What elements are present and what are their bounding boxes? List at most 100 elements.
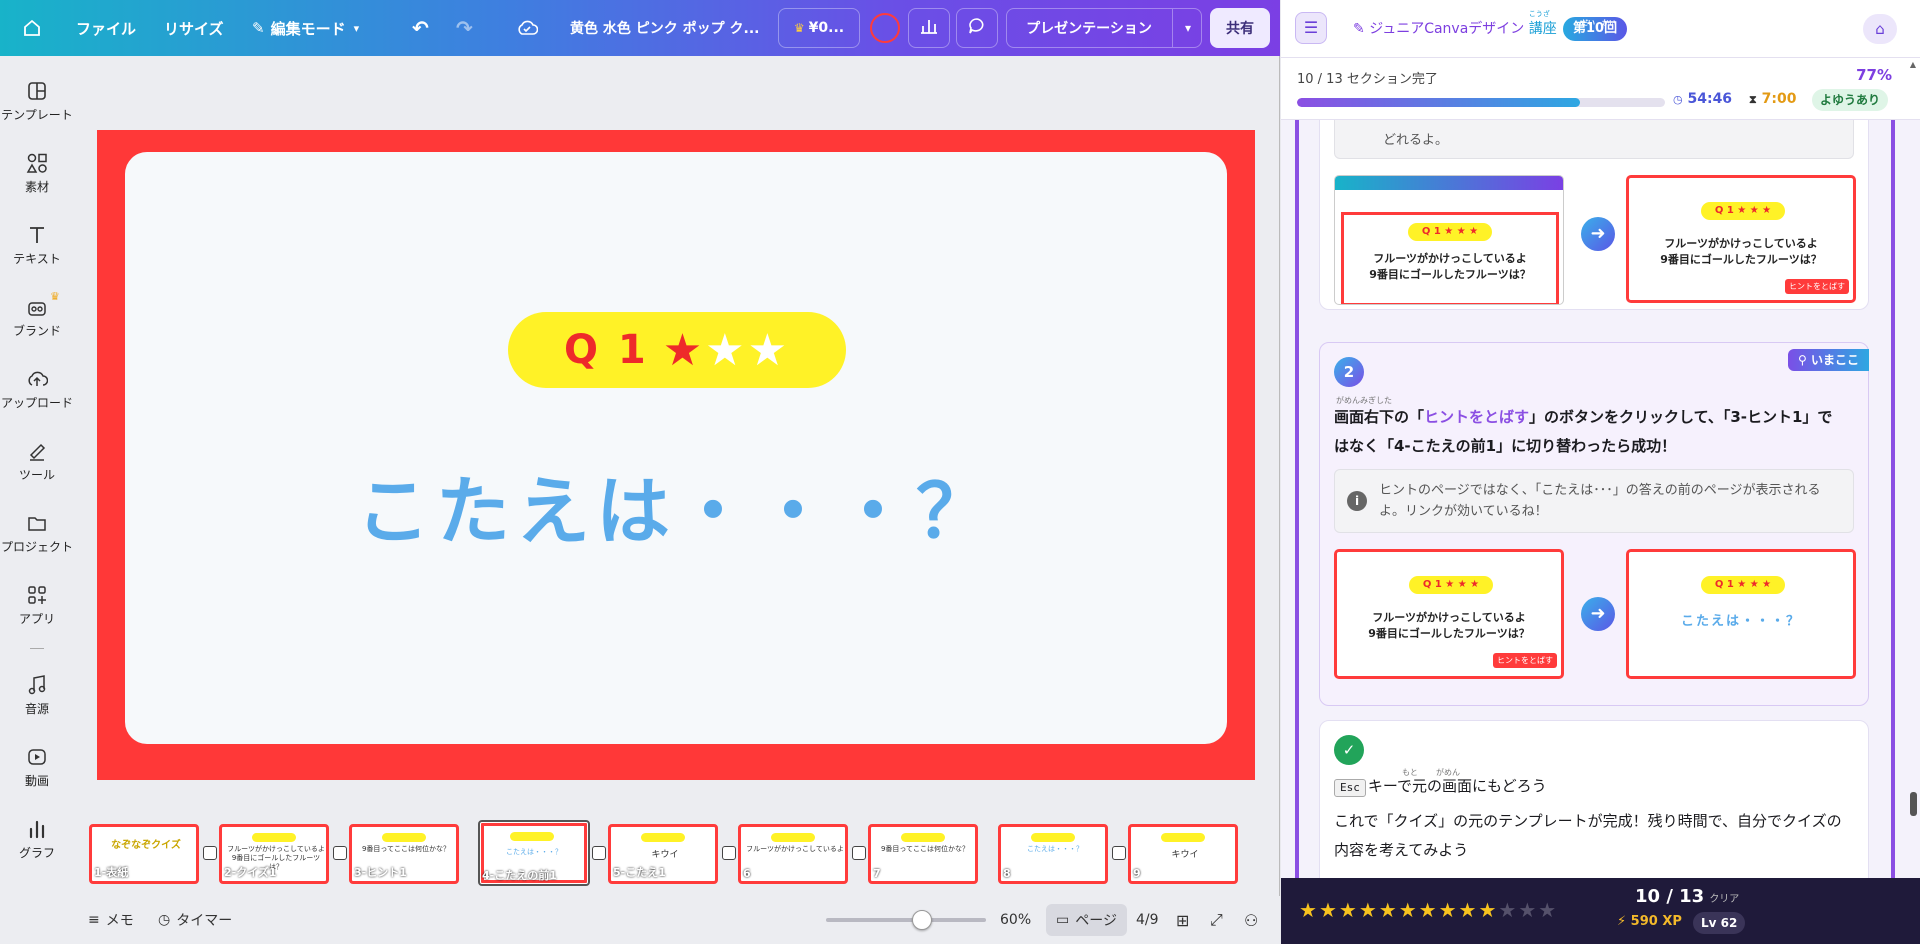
progress-percent: 77% — [1856, 66, 1892, 84]
timer-label: タイマー — [176, 913, 233, 929]
chart-icon — [29, 820, 45, 839]
color-swatch-button[interactable] — [868, 8, 902, 48]
rail-label: テキスト — [13, 252, 61, 266]
check-icon: ✓ — [1334, 735, 1364, 765]
menu-button[interactable]: ☰ — [1295, 12, 1327, 44]
star-filled-icon: ★ — [1438, 898, 1459, 922]
mini-answer: こたえは・・・？ — [1680, 614, 1801, 629]
page-thumb-2[interactable]: フルーツがかけっこしているよ 9番目にゴールしたフルーツは？ 2-クイズ1 — [219, 824, 329, 884]
rail-template[interactable]: テンプレート — [0, 72, 74, 132]
scrollbar-thumb[interactable] — [1910, 792, 1917, 816]
chevron-down-icon[interactable]: ▾ — [1171, 9, 1191, 47]
rail-tools[interactable]: ツール — [0, 432, 74, 492]
brush-icon: ✎ — [1353, 21, 1365, 37]
page-thumb-4-selected[interactable]: こたえは・・・？ 4-こたえの前1 — [478, 820, 590, 886]
zoom-level[interactable]: 60% — [1000, 896, 1031, 944]
rail-chart[interactable]: グラフ — [0, 810, 74, 870]
grid-view-icon[interactable]: ⊞ — [1176, 896, 1189, 944]
rail-project[interactable]: プロジェクト — [0, 504, 74, 564]
sections-complete: 10 / 13 セクション完了 — [1297, 72, 1438, 87]
resize-menu[interactable]: リサイズ — [164, 0, 224, 56]
step-card-1: どれるよ。 Q 1 ★ ★ ★ フルーツがかけっこしているよ 9番目にゴールした… — [1319, 120, 1869, 310]
assistant-icon[interactable]: ⚇ — [1244, 896, 1258, 944]
hint-skip-link[interactable]: ヒントをとばす — [1424, 408, 1529, 426]
mini-hint-button: ヒントをとばす — [1785, 279, 1849, 294]
page-view-button[interactable]: ▭ ページ — [1046, 904, 1127, 936]
thumb-text: 9番目ってここは何位かな？ — [880, 845, 970, 853]
present-button[interactable]: プレゼンテーション ▾ — [1006, 8, 1202, 48]
status-badge: よゆうあり — [1812, 89, 1889, 111]
scroll-up-arrow-icon[interactable]: ▲ — [1908, 60, 1918, 69]
mini-toolbar — [1335, 176, 1563, 190]
transition-icon[interactable] — [592, 846, 606, 860]
edit-mode-menu[interactable]: ✎ 編集モード ▾ — [252, 0, 359, 56]
file-menu[interactable]: ファイル — [76, 0, 136, 56]
transition-icon[interactable] — [203, 846, 217, 860]
bar-chart-icon — [920, 18, 938, 38]
course-title: ✎ ジュニアCanvaデザイン こうざ 講座 — [1353, 10, 1557, 38]
page-thumb-1[interactable]: なぞなぞクイズ 1-表紙 — [89, 824, 199, 884]
star-empty-icon: ★ — [1498, 898, 1519, 922]
undo-icon[interactable]: ↶ — [412, 0, 429, 56]
xp-value: 590 XP — [1630, 914, 1682, 929]
text-icon — [30, 227, 44, 243]
page-thumb-5[interactable]: キウイ 5-こたえ1 — [608, 824, 718, 884]
page-counter[interactable]: 4/9 — [1136, 896, 1159, 944]
course-ruby: こうざ — [1528, 10, 1550, 18]
comment-button[interactable] — [956, 8, 998, 48]
page-thumb-6[interactable]: フルーツがかけっこしているよ 6 — [738, 824, 848, 884]
steps-scroll-area[interactable]: どれるよ。 Q 1 ★ ★ ★ フルーツがかけっこしているよ 9番目にゴールした… — [1295, 120, 1895, 878]
notes-button[interactable]: ≡ メモ — [88, 896, 134, 944]
redo-icon[interactable]: ↷ — [456, 0, 473, 56]
red-circle-icon — [870, 13, 900, 43]
level-badge: Lv 62 — [1693, 912, 1746, 934]
slide-content[interactable]: Q 1 ★★★ こたえは・・・？ — [125, 152, 1227, 744]
rail-music[interactable]: 音源 — [0, 666, 74, 726]
upload-icon — [28, 371, 48, 386]
rail-elements[interactable]: 素材 — [0, 144, 74, 204]
answer-heading[interactable]: こたえは・・・？ — [125, 452, 1227, 559]
location-pin-icon: ⚲ — [1798, 353, 1807, 367]
rail-brand[interactable]: ♛ ブランド — [0, 288, 74, 348]
transition-icon[interactable] — [1112, 846, 1126, 860]
rail-upload[interactable]: アップロード — [0, 360, 74, 420]
course-panel: ☰ ✎ ジュニアCanvaデザイン こうざ 講座 だい かい 第10回 ⌂ 10… — [1281, 0, 1920, 944]
rail-video[interactable]: 動画 — [0, 738, 74, 798]
page-view-icon: ▭ — [1056, 912, 1070, 928]
share-button[interactable]: 共有 — [1210, 8, 1270, 48]
mini-question: フルーツがかけっこしているよ 9番目にゴールしたフルーツは？ — [1660, 237, 1822, 266]
slide-canvas[interactable]: Q 1 ★★★ こたえは・・・？ — [97, 130, 1255, 780]
project-icon — [28, 517, 46, 531]
rail-label: プロジェクト — [0, 540, 73, 554]
zoom-slider[interactable] — [826, 896, 986, 944]
home-button[interactable]: ⌂ — [1863, 14, 1897, 44]
question-pill[interactable]: Q 1 ★★★ — [508, 312, 846, 388]
timer-button[interactable]: ◷ タイマー — [158, 896, 232, 944]
transition-icon[interactable] — [333, 846, 347, 860]
thumb-text: 9番目ってここは何位かな？ — [361, 845, 451, 853]
page-thumb-7[interactable]: 9番目ってここは何位かな？ 7 — [868, 824, 978, 884]
page-thumb-8[interactable]: こたえは・・・？ 8 — [998, 824, 1108, 884]
panel-scrollbar[interactable]: ▲ — [1908, 60, 1918, 878]
rail-apps[interactable]: アプリ — [0, 576, 74, 636]
page-thumb-3[interactable]: 9番目ってここは何位かな？ 3-ヒント1 — [349, 824, 459, 884]
esc-key: Esc — [1334, 779, 1366, 797]
pro-price-button[interactable]: ♛ ¥0... — [778, 8, 860, 48]
transition-icon[interactable] — [722, 846, 736, 860]
fullscreen-icon[interactable]: ⤢ — [1210, 896, 1223, 944]
tools-icon — [29, 443, 46, 461]
video-icon — [28, 749, 46, 765]
page-thumb-9[interactable]: キウイ 9 — [1128, 824, 1238, 884]
star-filled-icon: ★ — [1418, 898, 1439, 922]
elapsed-value: 54:46 — [1687, 91, 1733, 107]
pencil-icon: ✎ — [252, 19, 265, 37]
cloud-saved-icon[interactable] — [516, 0, 538, 56]
thumb-pill — [1031, 833, 1075, 842]
thumb-label: 4-こたえの前1 — [482, 869, 557, 882]
rail-text[interactable]: テキスト — [0, 216, 74, 276]
document-title[interactable]: 黄色 水色 ピンク ポップ ク... — [570, 0, 759, 56]
zoom-knob[interactable] — [912, 910, 932, 930]
home-icon[interactable] — [22, 0, 42, 56]
insights-button[interactable] — [908, 8, 950, 48]
transition-icon[interactable] — [852, 846, 866, 860]
